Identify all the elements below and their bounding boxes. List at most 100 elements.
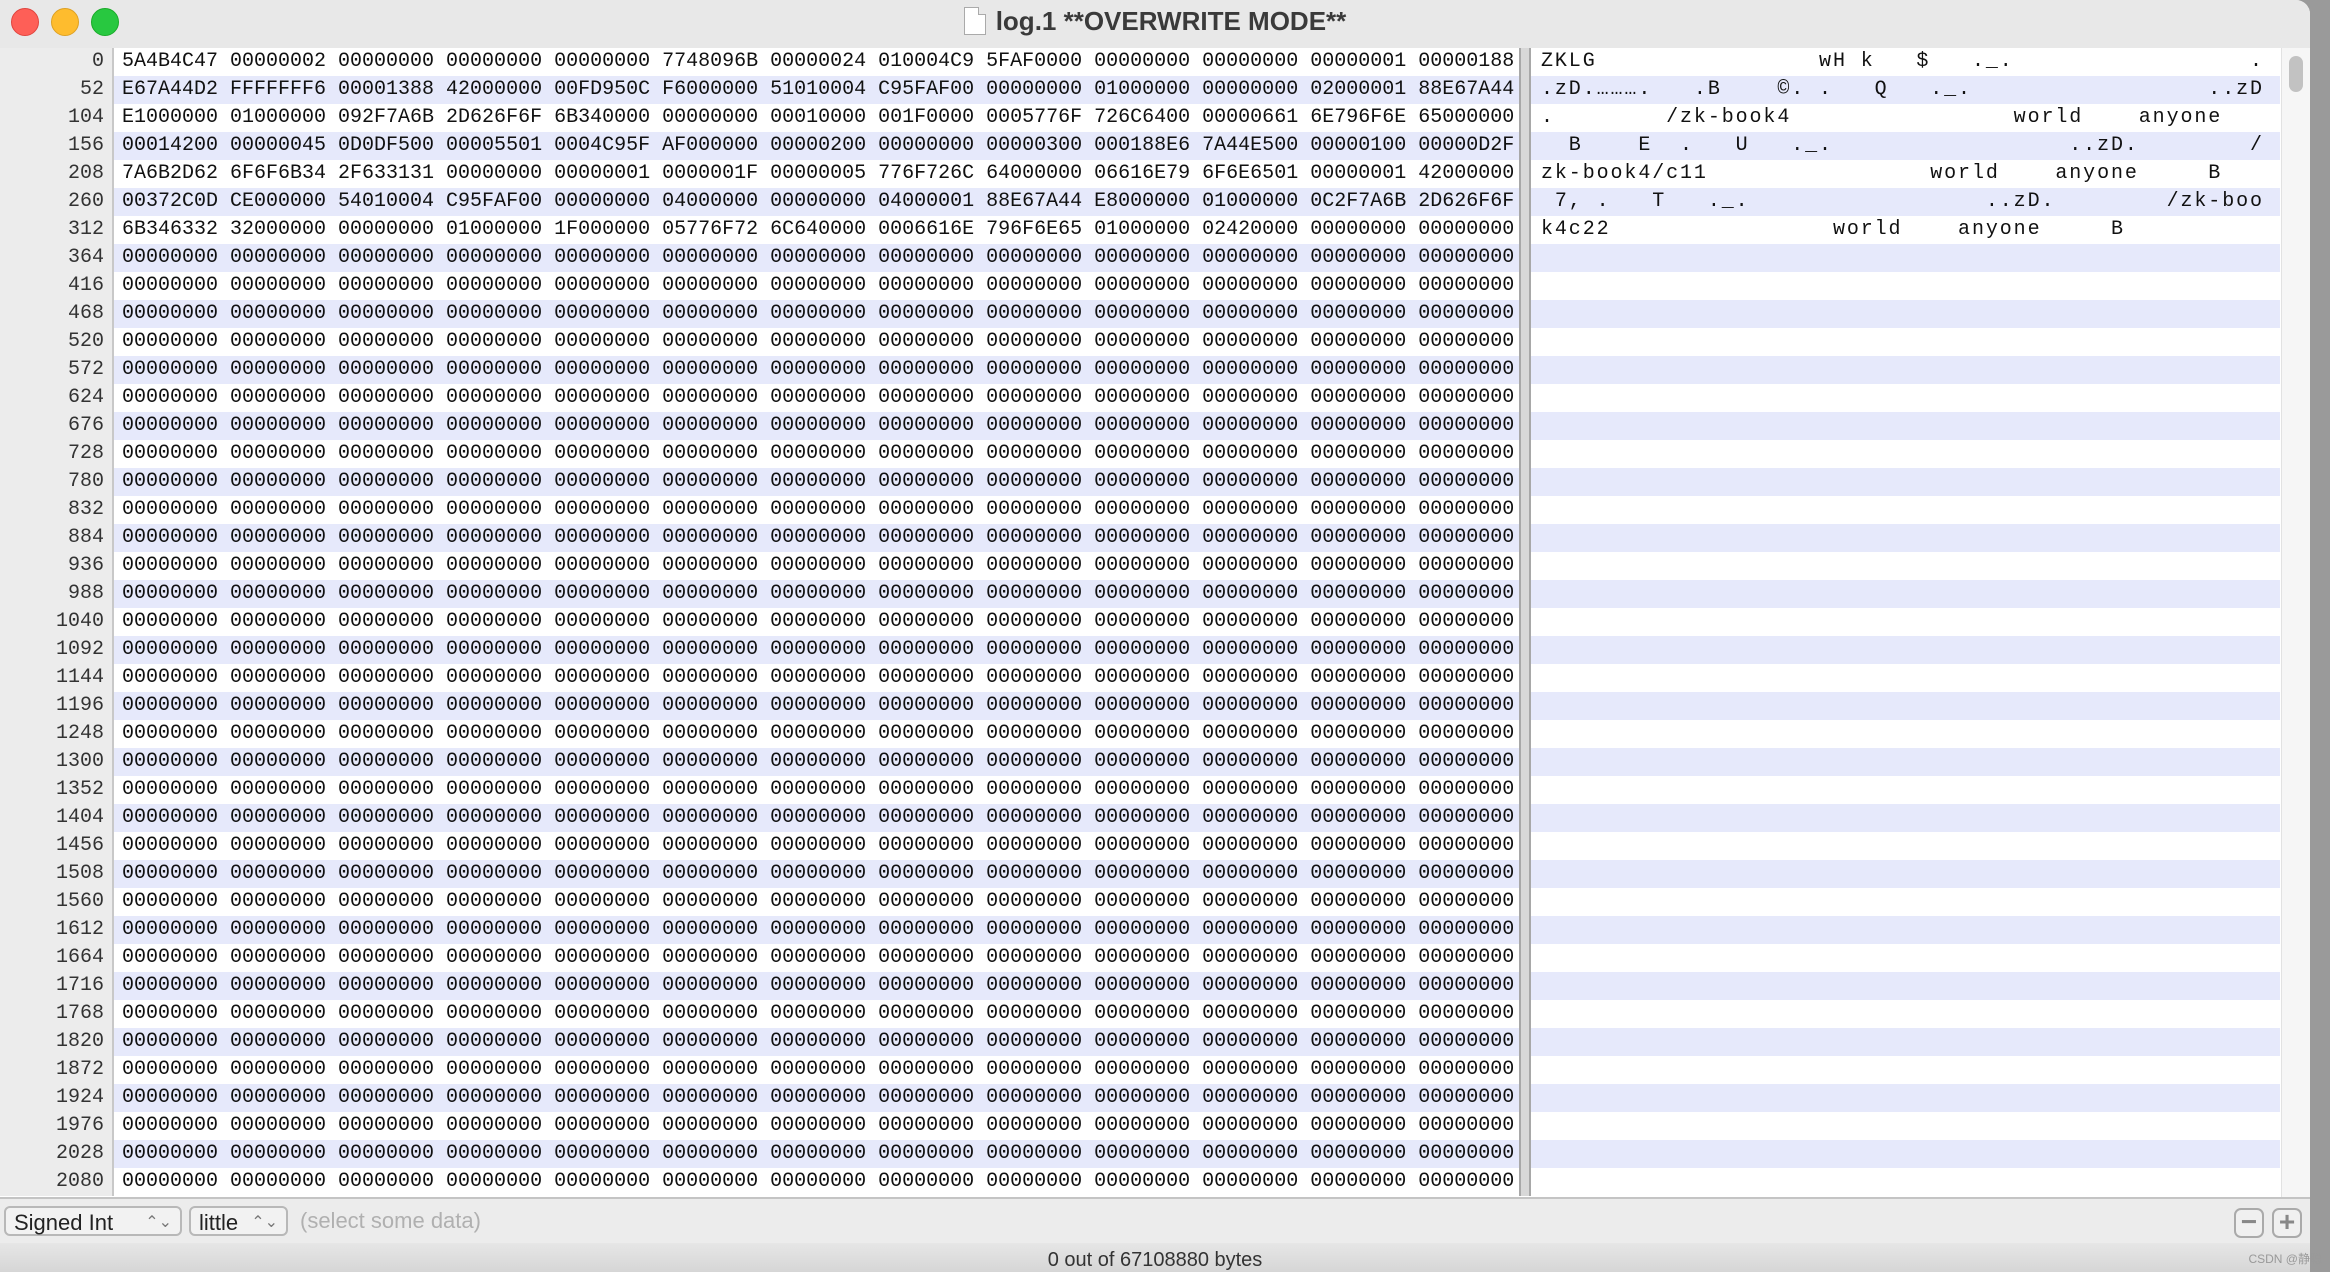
row-hex-bytes[interactable]: 00000000 00000000 00000000 00000000 0000… — [114, 608, 1519, 636]
table-row[interactable]: 1040 00000000 00000000 00000000 00000000 … — [0, 608, 2310, 636]
vertical-scrollbar[interactable] — [2281, 48, 2310, 1197]
row-hex-bytes[interactable]: 00000000 00000000 00000000 00000000 0000… — [114, 748, 1519, 776]
row-hex-bytes[interactable]: 00000000 00000000 00000000 00000000 0000… — [114, 776, 1519, 804]
hex-grid[interactable]: 0 5A4B4C47 00000002 00000000 00000000 000… — [0, 48, 2310, 1197]
table-row[interactable]: 156 00014200 00000045 0D0DF500 00005501 0… — [0, 132, 2310, 160]
table-row[interactable]: 1092 00000000 00000000 00000000 00000000 … — [0, 636, 2310, 664]
row-ascii-text[interactable] — [1531, 300, 2280, 328]
row-ascii-text[interactable] — [1531, 1140, 2280, 1168]
row-hex-bytes[interactable]: 00000000 00000000 00000000 00000000 0000… — [114, 580, 1519, 608]
remove-button[interactable]: − — [2234, 1208, 2264, 1238]
row-hex-bytes[interactable]: 7A6B2D62 6F6F6B34 2F633131 00000000 0000… — [114, 160, 1519, 188]
row-hex-bytes[interactable]: 00000000 00000000 00000000 00000000 0000… — [114, 720, 1519, 748]
row-ascii-text[interactable] — [1531, 860, 2280, 888]
row-hex-bytes[interactable]: E1000000 01000000 092F7A6B 2D626F6F 6B34… — [114, 104, 1519, 132]
row-hex-bytes[interactable]: 00014200 00000045 0D0DF500 00005501 0004… — [114, 132, 1519, 160]
table-row[interactable]: 416 00000000 00000000 00000000 00000000 0… — [0, 272, 2310, 300]
row-ascii-text[interactable] — [1531, 1112, 2280, 1140]
table-row[interactable]: 2080 00000000 00000000 00000000 00000000 … — [0, 1168, 2310, 1196]
table-row[interactable]: 1820 00000000 00000000 00000000 00000000 … — [0, 1028, 2310, 1056]
row-hex-bytes[interactable]: 00372C0D CE000000 54010004 C95FAF00 0000… — [114, 188, 1519, 216]
row-hex-bytes[interactable]: 00000000 00000000 00000000 00000000 0000… — [114, 1084, 1519, 1112]
row-ascii-text[interactable] — [1531, 1000, 2280, 1028]
row-hex-bytes[interactable]: 5A4B4C47 00000002 00000000 00000000 0000… — [114, 48, 1519, 76]
table-row[interactable]: 1404 00000000 00000000 00000000 00000000 … — [0, 804, 2310, 832]
row-ascii-text[interactable] — [1531, 244, 2280, 272]
row-ascii-text[interactable] — [1531, 412, 2280, 440]
row-ascii-text[interactable] — [1531, 804, 2280, 832]
row-ascii-text[interactable] — [1531, 776, 2280, 804]
table-row[interactable]: 1456 00000000 00000000 00000000 00000000 … — [0, 832, 2310, 860]
row-hex-bytes[interactable]: 00000000 00000000 00000000 00000000 0000… — [114, 468, 1519, 496]
row-ascii-text[interactable] — [1531, 356, 2280, 384]
table-row[interactable]: 572 00000000 00000000 00000000 00000000 0… — [0, 356, 2310, 384]
table-row[interactable]: 468 00000000 00000000 00000000 00000000 0… — [0, 300, 2310, 328]
row-ascii-text[interactable] — [1531, 888, 2280, 916]
row-ascii-text[interactable] — [1531, 1084, 2280, 1112]
row-ascii-text[interactable] — [1531, 468, 2280, 496]
row-hex-bytes[interactable]: 00000000 00000000 00000000 00000000 0000… — [114, 692, 1519, 720]
row-hex-bytes[interactable]: 00000000 00000000 00000000 00000000 0000… — [114, 888, 1519, 916]
row-hex-bytes[interactable]: 00000000 00000000 00000000 00000000 0000… — [114, 1168, 1519, 1196]
table-row[interactable]: 1560 00000000 00000000 00000000 00000000 … — [0, 888, 2310, 916]
table-row[interactable]: 728 00000000 00000000 00000000 00000000 0… — [0, 440, 2310, 468]
row-ascii-text[interactable] — [1531, 832, 2280, 860]
row-ascii-text[interactable]: k4c22 world anyone B — [1531, 216, 2280, 244]
row-hex-bytes[interactable]: 00000000 00000000 00000000 00000000 0000… — [114, 1112, 1519, 1140]
row-hex-bytes[interactable]: 00000000 00000000 00000000 00000000 0000… — [114, 860, 1519, 888]
row-hex-bytes[interactable]: 00000000 00000000 00000000 00000000 0000… — [114, 972, 1519, 1000]
row-hex-bytes[interactable]: 00000000 00000000 00000000 00000000 0000… — [114, 524, 1519, 552]
row-ascii-text[interactable] — [1531, 272, 2280, 300]
table-row[interactable]: 1612 00000000 00000000 00000000 00000000 … — [0, 916, 2310, 944]
row-hex-bytes[interactable]: 00000000 00000000 00000000 00000000 0000… — [114, 1028, 1519, 1056]
table-row[interactable]: 832 00000000 00000000 00000000 00000000 0… — [0, 496, 2310, 524]
row-ascii-text[interactable] — [1531, 1168, 2280, 1196]
row-ascii-text[interactable] — [1531, 944, 2280, 972]
table-row[interactable]: 312 6B346332 32000000 00000000 01000000 1… — [0, 216, 2310, 244]
table-row[interactable]: 1508 00000000 00000000 00000000 00000000 … — [0, 860, 2310, 888]
table-row[interactable]: 52 E67A44D2 FFFFFFF6 00001388 42000000 00… — [0, 76, 2310, 104]
row-hex-bytes[interactable]: 6B346332 32000000 00000000 01000000 1F00… — [114, 216, 1519, 244]
row-ascii-text[interactable]: ZKLG wH k $ ._. . — [1531, 48, 2280, 76]
data-type-select[interactable]: Signed Int ⌃⌄ — [4, 1206, 182, 1236]
row-ascii-text[interactable] — [1531, 440, 2280, 468]
table-row[interactable]: 1144 00000000 00000000 00000000 00000000 … — [0, 664, 2310, 692]
row-ascii-text[interactable] — [1531, 1028, 2280, 1056]
row-ascii-text[interactable]: zk-book4/c11 world anyone B — [1531, 160, 2280, 188]
table-row[interactable]: 1300 00000000 00000000 00000000 00000000 … — [0, 748, 2310, 776]
row-ascii-text[interactable] — [1531, 720, 2280, 748]
table-row[interactable]: 1352 00000000 00000000 00000000 00000000 … — [0, 776, 2310, 804]
table-row[interactable]: 1924 00000000 00000000 00000000 00000000 … — [0, 1084, 2310, 1112]
table-row[interactable]: 1664 00000000 00000000 00000000 00000000 … — [0, 944, 2310, 972]
row-hex-bytes[interactable]: 00000000 00000000 00000000 00000000 0000… — [114, 384, 1519, 412]
scrollbar-thumb[interactable] — [2289, 56, 2303, 92]
row-ascii-text[interactable] — [1531, 496, 2280, 524]
row-ascii-text[interactable] — [1531, 636, 2280, 664]
table-row[interactable]: 260 00372C0D CE000000 54010004 C95FAF00 0… — [0, 188, 2310, 216]
table-row[interactable]: 1248 00000000 00000000 00000000 00000000 … — [0, 720, 2310, 748]
row-hex-bytes[interactable]: 00000000 00000000 00000000 00000000 0000… — [114, 328, 1519, 356]
table-row[interactable]: 208 7A6B2D62 6F6F6B34 2F633131 00000000 0… — [0, 160, 2310, 188]
table-row[interactable]: 520 00000000 00000000 00000000 00000000 0… — [0, 328, 2310, 356]
table-row[interactable]: 936 00000000 00000000 00000000 00000000 0… — [0, 552, 2310, 580]
row-hex-bytes[interactable]: 00000000 00000000 00000000 00000000 0000… — [114, 496, 1519, 524]
table-row[interactable]: 1872 00000000 00000000 00000000 00000000 … — [0, 1056, 2310, 1084]
row-hex-bytes[interactable]: 00000000 00000000 00000000 00000000 0000… — [114, 440, 1519, 468]
row-ascii-text[interactable]: 7, . T ._. ..zD. /zk-boo — [1531, 188, 2280, 216]
table-row[interactable]: 1716 00000000 00000000 00000000 00000000 … — [0, 972, 2310, 1000]
table-row[interactable]: 1768 00000000 00000000 00000000 00000000 … — [0, 1000, 2310, 1028]
row-ascii-text[interactable] — [1531, 1056, 2280, 1084]
table-row[interactable]: 1976 00000000 00000000 00000000 00000000 … — [0, 1112, 2310, 1140]
row-ascii-text[interactable] — [1531, 748, 2280, 776]
table-row[interactable]: 884 00000000 00000000 00000000 00000000 0… — [0, 524, 2310, 552]
row-ascii-text[interactable] — [1531, 384, 2280, 412]
row-ascii-text[interactable]: B E . U ._. ..zD. / — [1531, 132, 2280, 160]
row-ascii-text[interactable]: . /zk-book4 world anyone — [1531, 104, 2280, 132]
row-hex-bytes[interactable]: 00000000 00000000 00000000 00000000 0000… — [114, 244, 1519, 272]
table-row[interactable]: 780 00000000 00000000 00000000 00000000 0… — [0, 468, 2310, 496]
row-ascii-text[interactable] — [1531, 524, 2280, 552]
table-row[interactable]: 676 00000000 00000000 00000000 00000000 0… — [0, 412, 2310, 440]
row-hex-bytes[interactable]: 00000000 00000000 00000000 00000000 0000… — [114, 916, 1519, 944]
row-hex-bytes[interactable]: E67A44D2 FFFFFFF6 00001388 42000000 00FD… — [114, 76, 1519, 104]
row-hex-bytes[interactable]: 00000000 00000000 00000000 00000000 0000… — [114, 636, 1519, 664]
